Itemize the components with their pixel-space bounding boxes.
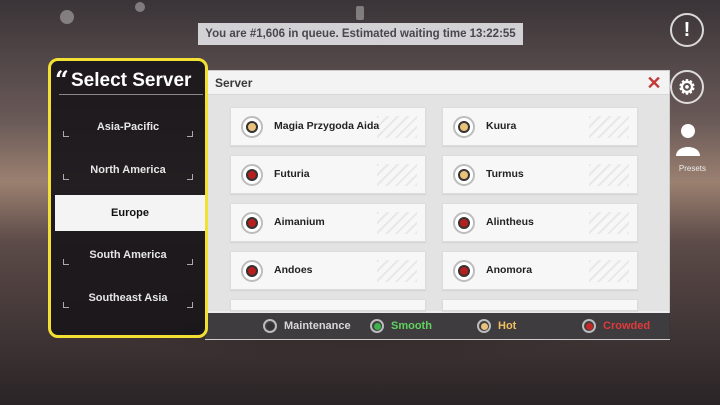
legend-hot: Hot — [477, 318, 516, 334]
crowded-status-icon — [582, 319, 596, 333]
card-decoration — [377, 164, 417, 186]
legend-maintenance: Maintenance — [263, 318, 351, 334]
region-item[interactable]: South America — [51, 237, 205, 273]
region-label: Southeast Asia — [88, 292, 168, 304]
server-grid: Magia Przygoda Aida Kuura Futuria Turmus Aim… — [206, 95, 669, 311]
server-card-partial[interactable] — [230, 299, 426, 311]
server-status-icon — [241, 164, 263, 186]
card-decoration — [589, 164, 629, 186]
divider — [59, 94, 203, 95]
region-label: South America — [89, 249, 167, 261]
corner-decoration — [187, 259, 193, 265]
server-card[interactable]: Turmus — [442, 155, 638, 194]
notice-icon[interactable]: ! — [670, 13, 704, 47]
server-card-partial[interactable] — [442, 299, 638, 311]
server-status-icon — [241, 212, 263, 234]
server-name: Turmus — [486, 168, 524, 180]
presets-label: Presets — [678, 164, 706, 173]
server-card[interactable]: Kuura — [442, 107, 638, 146]
corner-decoration — [63, 174, 69, 180]
server-status-core — [458, 121, 470, 133]
corner-decoration — [187, 302, 193, 308]
server-name: Aimanium — [274, 216, 325, 228]
server-status-core — [246, 265, 258, 277]
server-card[interactable]: Aimanium — [230, 203, 426, 242]
region-item[interactable]: North America — [51, 152, 205, 188]
hot-status-icon — [477, 319, 491, 333]
server-status-core — [458, 169, 470, 181]
region-item[interactable]: Southeast Asia — [51, 280, 205, 316]
server-status-icon — [453, 164, 475, 186]
server-list-panel: Server ✕ Magia Przygoda Aida Kuura Futuria… — [205, 70, 670, 340]
corner-decoration — [187, 131, 193, 137]
server-name: Andoes — [274, 264, 313, 276]
server-status-icon — [241, 260, 263, 282]
corner-decoration — [63, 302, 69, 308]
server-card[interactable]: Futuria — [230, 155, 426, 194]
card-decoration — [377, 116, 417, 138]
server-name: Futuria — [274, 168, 310, 180]
card-decoration — [589, 212, 629, 234]
background-sparkle — [135, 2, 145, 12]
legend-smooth: Smooth — [370, 318, 432, 334]
legend-crowded: Crowded — [582, 318, 650, 334]
card-decoration — [589, 260, 629, 282]
region-label: North America — [90, 164, 166, 176]
region-select-panel: “ Select Server Asia-Pacific North Americ… — [48, 58, 208, 338]
close-icon[interactable]: ✕ — [645, 74, 663, 92]
server-card[interactable]: Andoes — [230, 251, 426, 290]
server-status-core — [246, 121, 258, 133]
server-status-legend: Maintenance Smooth Hot Crowded — [205, 313, 670, 339]
corner-decoration — [63, 131, 69, 137]
corner-decoration — [63, 259, 69, 265]
region-label: Europe — [111, 207, 149, 219]
server-panel-title: Server — [215, 76, 253, 90]
server-status-core — [458, 265, 470, 277]
server-name: Alintheus — [486, 216, 534, 228]
server-status-core — [246, 217, 258, 229]
server-status-core — [458, 217, 470, 229]
queue-status-text: You are #1,606 in queue. Estimated waiti… — [205, 28, 516, 40]
server-status-icon — [453, 260, 475, 282]
maintenance-status-icon — [263, 319, 277, 333]
server-status-icon — [453, 116, 475, 138]
presets-person-icon — [676, 124, 700, 156]
smooth-status-icon — [370, 319, 384, 333]
presets-button[interactable] — [672, 122, 704, 162]
server-status-icon — [453, 212, 475, 234]
region-panel-title: Select Server — [71, 70, 192, 91]
card-decoration — [377, 212, 417, 234]
server-status-icon — [241, 116, 263, 138]
server-card[interactable]: Anomora — [442, 251, 638, 290]
quote-mark-icon: “ — [55, 65, 69, 94]
region-item[interactable]: Asia-Pacific — [51, 109, 205, 145]
server-status-core — [246, 169, 258, 181]
server-name: Anomora — [486, 264, 533, 276]
card-decoration — [377, 260, 417, 282]
settings-gear-icon[interactable]: ⚙ — [670, 70, 704, 104]
queue-status-banner: You are #1,606 in queue. Estimated waiti… — [198, 23, 523, 45]
background-sparkle — [60, 10, 74, 24]
region-panel-header: “ Select Server — [51, 65, 205, 95]
corner-decoration — [187, 174, 193, 180]
server-panel-header: Server ✕ — [206, 71, 669, 95]
server-card[interactable]: Alintheus — [442, 203, 638, 242]
region-item[interactable]: Europe — [55, 195, 205, 231]
card-decoration — [589, 116, 629, 138]
server-name: Kuura — [486, 120, 517, 132]
region-label: Asia-Pacific — [96, 121, 160, 133]
background-sparkle — [356, 6, 364, 20]
server-card[interactable]: Magia Przygoda Aida — [230, 107, 426, 146]
server-name: Magia Przygoda Aida — [274, 120, 380, 132]
